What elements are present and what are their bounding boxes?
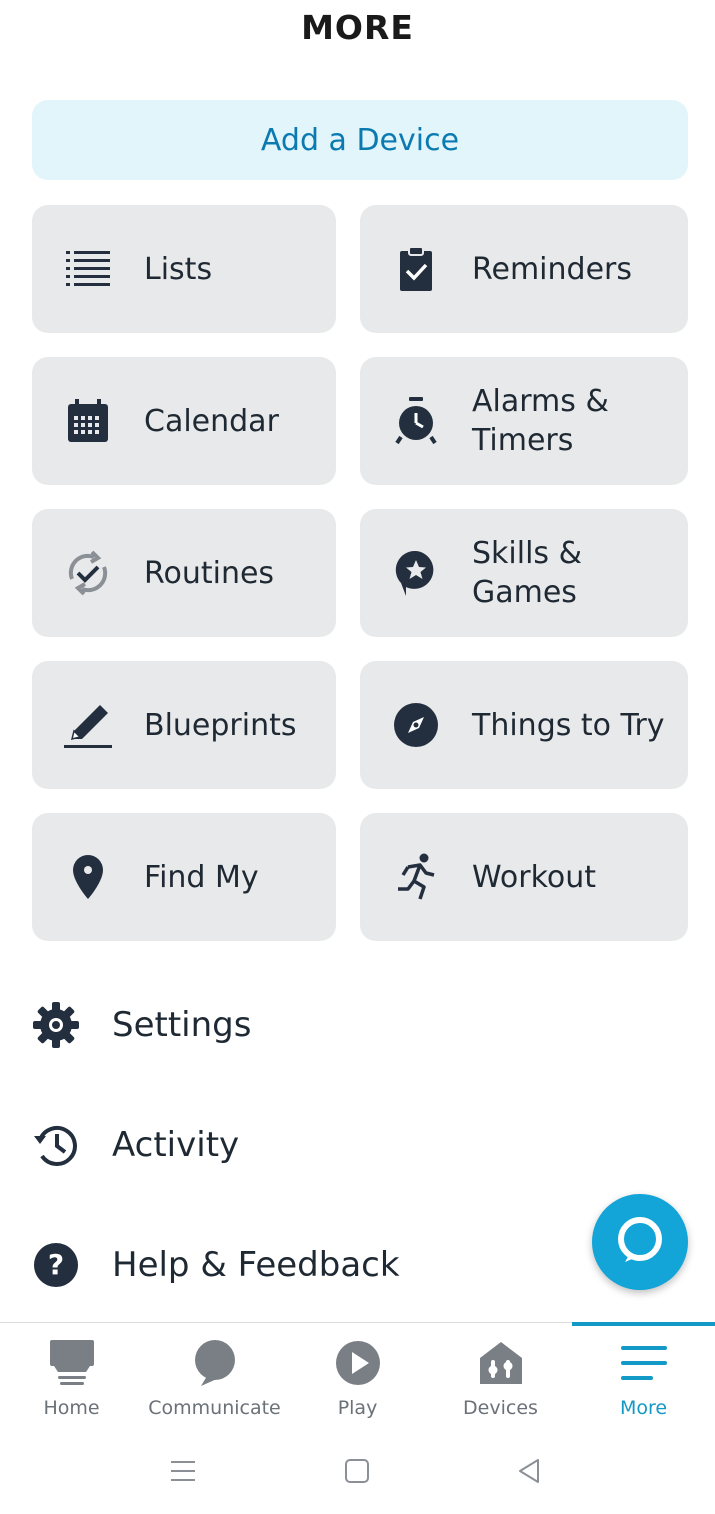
menu-icon: [618, 1337, 670, 1389]
menu-label: Settings: [112, 1005, 252, 1045]
list-icon: [64, 245, 112, 293]
tab-label: Communicate: [148, 1397, 281, 1419]
menu-settings[interactable]: Settings: [32, 985, 592, 1065]
tile-label: Routines: [144, 555, 275, 591]
routine-cycle-icon: [64, 549, 112, 597]
speech-bubble-icon: [189, 1337, 241, 1389]
alexa-button[interactable]: [592, 1194, 688, 1290]
add-device-button[interactable]: Add a Device: [32, 100, 688, 180]
system-navigation-bar: [0, 1432, 715, 1514]
tile-workout[interactable]: Workout: [360, 813, 688, 941]
page-title: MORE: [301, 8, 414, 47]
pencil-icon: [64, 701, 112, 749]
tile-label: Calendar: [144, 403, 279, 439]
feature-grid: Lists Reminders Calendar Alarms & Timers…: [32, 205, 688, 941]
tile-routines[interactable]: Routines: [32, 509, 336, 637]
menu-help-feedback[interactable]: ? Help & Feedback: [32, 1225, 592, 1305]
menu-label: Help & Feedback: [112, 1245, 400, 1285]
tile-label: Workout: [472, 859, 597, 895]
tile-label: Things to Try: [472, 707, 665, 743]
help-icon: ?: [32, 1241, 80, 1289]
tab-home[interactable]: Home: [0, 1323, 143, 1433]
tab-label: More: [619, 1397, 668, 1419]
home-square-icon: [344, 1458, 370, 1488]
devices-icon: [475, 1337, 527, 1389]
tab-label: Devices: [463, 1397, 538, 1419]
back-button[interactable]: [476, 1432, 714, 1514]
tab-devices[interactable]: Devices: [429, 1323, 572, 1433]
tab-play[interactable]: Play: [286, 1323, 429, 1433]
tile-alarms-timers[interactable]: Alarms & Timers: [360, 357, 688, 485]
recent-apps-icon: [170, 1458, 196, 1488]
home-system-button[interactable]: [238, 1432, 476, 1514]
calendar-icon: [64, 397, 112, 445]
tile-label: Reminders: [472, 251, 632, 287]
play-icon: [332, 1337, 384, 1389]
clipboard-check-icon: [392, 245, 440, 293]
tile-reminders[interactable]: Reminders: [360, 205, 688, 333]
tile-label: Blueprints: [144, 707, 297, 743]
tile-calendar[interactable]: Calendar: [32, 357, 336, 485]
tile-label: Alarms & Timers: [472, 384, 609, 458]
tile-label: Find My: [144, 859, 259, 895]
bottom-tab-bar: Home Communicate Play Devices More: [0, 1322, 715, 1432]
location-pin-icon: [64, 853, 112, 901]
tab-communicate[interactable]: Communicate: [143, 1323, 286, 1433]
tile-skills-games[interactable]: Skills & Games: [360, 509, 688, 637]
running-icon: [392, 853, 440, 901]
back-triangle-icon: [516, 1458, 542, 1488]
menu-label: Activity: [112, 1125, 240, 1165]
skills-star-icon: [392, 549, 440, 597]
alarm-clock-icon: [392, 397, 440, 445]
tile-label: Skills & Games: [472, 536, 582, 610]
menu-activity[interactable]: Activity: [32, 1105, 592, 1185]
history-icon: [32, 1121, 80, 1169]
alexa-icon: [615, 1215, 665, 1269]
tile-label: Lists: [144, 251, 213, 287]
tab-label: Home: [43, 1397, 100, 1419]
tile-blueprints[interactable]: Blueprints: [32, 661, 336, 789]
tab-more[interactable]: More: [572, 1322, 715, 1433]
tile-lists[interactable]: Lists: [32, 205, 336, 333]
gear-icon: [32, 1001, 80, 1049]
recent-apps-button[interactable]: [0, 1432, 238, 1514]
svg-text:?: ?: [48, 1248, 64, 1281]
tile-find-my[interactable]: Find My: [32, 813, 336, 941]
tab-label: Play: [337, 1397, 378, 1419]
tile-things-to-try[interactable]: Things to Try: [360, 661, 688, 789]
compass-icon: [392, 701, 440, 749]
home-icon: [46, 1337, 98, 1389]
